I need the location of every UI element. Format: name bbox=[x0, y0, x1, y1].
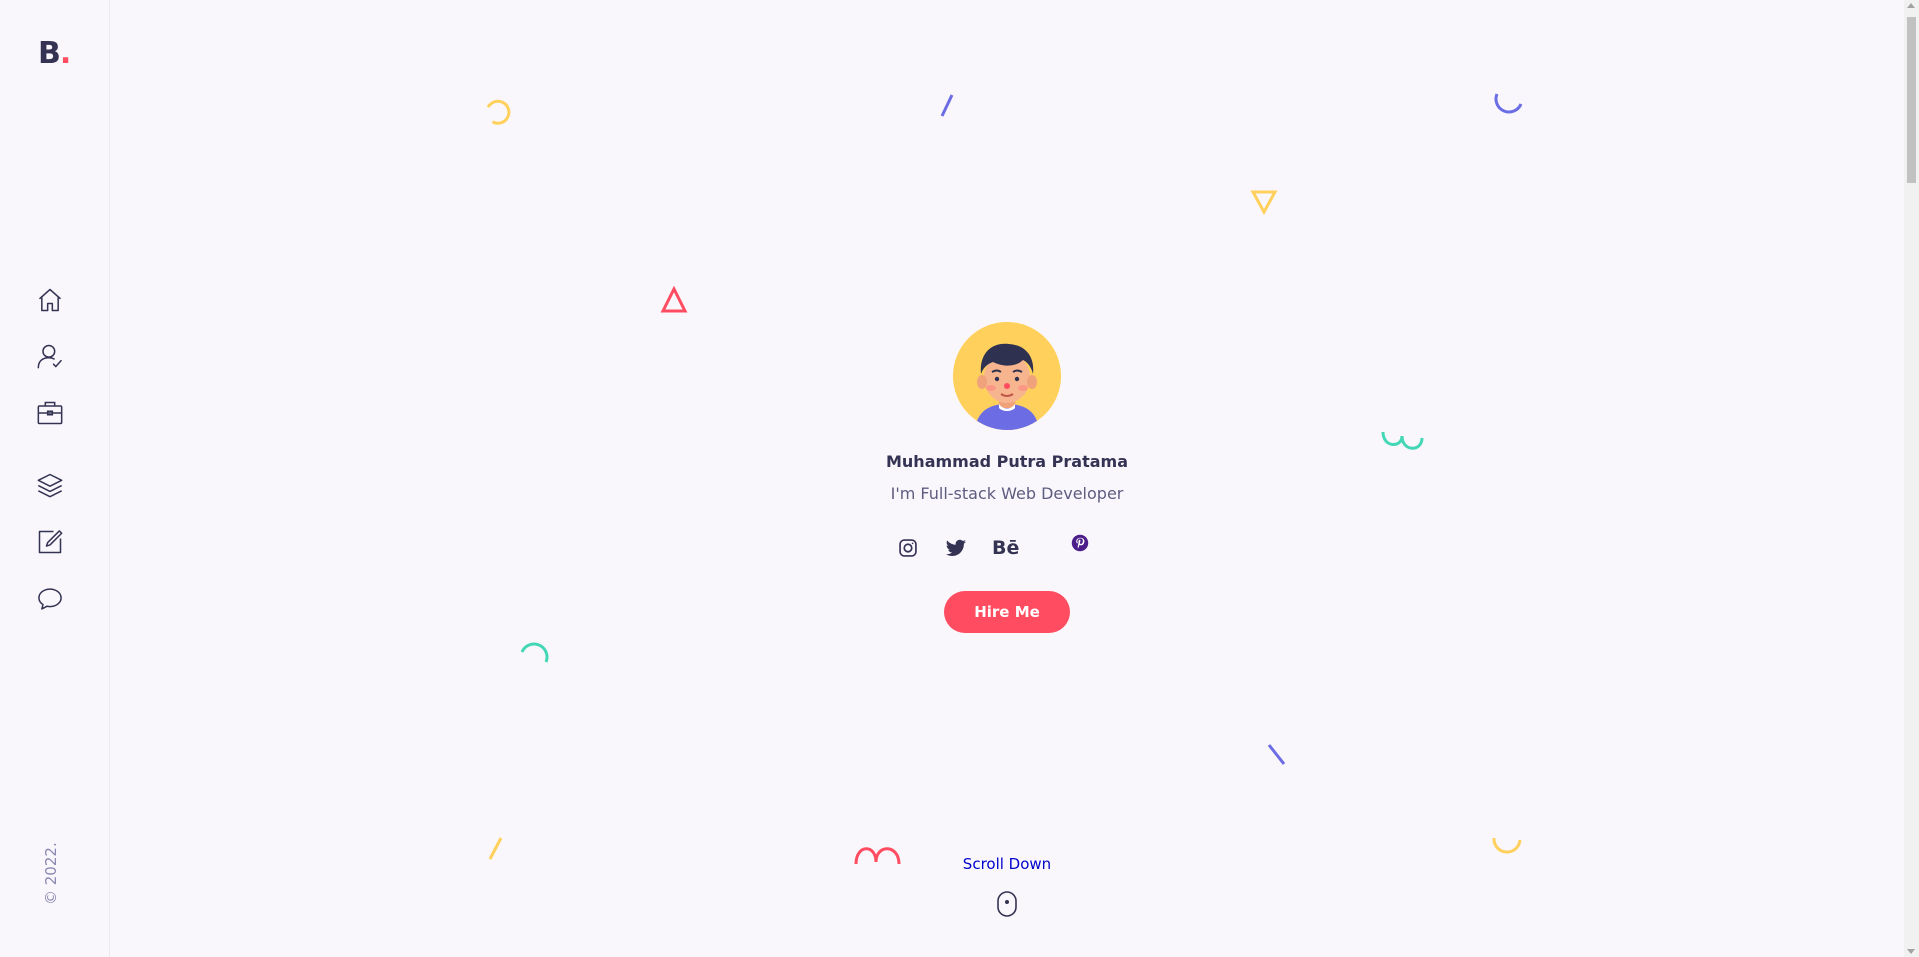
scrollbar-thumb[interactable] bbox=[1907, 17, 1916, 183]
scrollbar[interactable] bbox=[1904, 0, 1919, 957]
behance-icon: Bē bbox=[992, 537, 1020, 559]
arc-shape-teal bbox=[520, 642, 549, 663]
social-twitter[interactable] bbox=[944, 536, 968, 560]
twitter-icon bbox=[945, 539, 967, 556]
line-shape-yellow bbox=[488, 837, 503, 860]
social-instagram[interactable] bbox=[898, 536, 918, 560]
instagram-icon bbox=[899, 539, 917, 557]
scroll-up-arrow-icon[interactable] bbox=[1907, 3, 1915, 8]
hero-subtitle: I'm Full-stack Web Developer bbox=[890, 484, 1124, 503]
social-pinterest[interactable] bbox=[1071, 534, 1089, 558]
triangle-shape-red bbox=[660, 286, 688, 313]
hire-me-button[interactable]: Hire Me bbox=[944, 591, 1070, 633]
scroll-down-arrow-icon[interactable] bbox=[1907, 949, 1915, 954]
social-behance[interactable]: Bē bbox=[992, 536, 1019, 560]
hero-name: Muhammad Putra Pratama bbox=[885, 452, 1128, 471]
pinterest-icon bbox=[1071, 534, 1089, 552]
mouse-icon[interactable] bbox=[996, 890, 1018, 918]
wave-shape-teal bbox=[1381, 431, 1424, 450]
line-shape-purple-2 bbox=[1267, 744, 1286, 765]
line-shape-purple bbox=[940, 94, 954, 117]
triangle-shape-yellow bbox=[1250, 190, 1278, 216]
scroll-down-link[interactable]: Scroll Down bbox=[907, 855, 1107, 873]
avatar-illustration bbox=[953, 322, 1061, 430]
hero-section: Muhammad Putra Pratama I'm Full-stack We… bbox=[0, 0, 1919, 957]
arc-shape-purple bbox=[1494, 93, 1523, 114]
arc-shape-yellow-2 bbox=[1492, 837, 1522, 854]
arc-shape-yellow bbox=[486, 99, 511, 125]
wave-shape-red bbox=[854, 847, 901, 865]
avatar bbox=[953, 322, 1061, 430]
